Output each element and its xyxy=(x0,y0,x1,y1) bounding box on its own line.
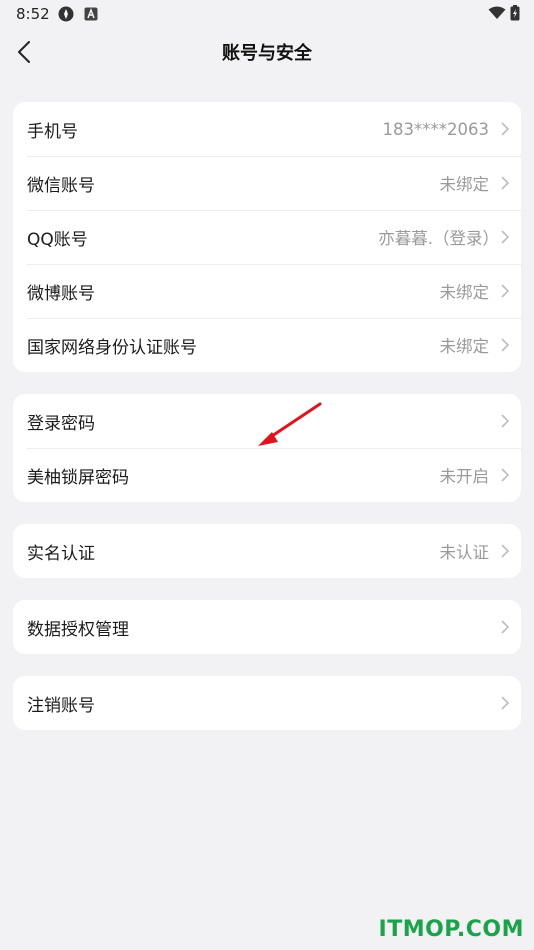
chevron-right-icon xyxy=(501,338,510,352)
row-label: QQ账号 xyxy=(27,229,88,250)
real-name-card: 实名认证 未认证 xyxy=(13,524,521,578)
chevron-right-icon xyxy=(501,696,510,710)
a-badge-icon xyxy=(84,6,98,25)
row-label: 微博账号 xyxy=(27,283,95,304)
chevron-right-icon xyxy=(501,620,510,634)
chevron-right-icon xyxy=(501,176,510,190)
chevron-right-icon xyxy=(501,230,510,244)
watermark: ITMOP.COM xyxy=(378,917,524,942)
phone-row[interactable]: 手机号 183****2063 xyxy=(13,102,521,156)
row-value: 183****2063 xyxy=(382,119,490,139)
national-id-row[interactable]: 国家网络身份认证账号 未绑定 xyxy=(13,318,521,372)
chevron-right-icon xyxy=(501,414,510,428)
row-label: 手机号 xyxy=(27,121,78,142)
accounts-card: 手机号 183****2063 微信账号 未绑定 QQ账号 亦暮暮.（登录） 微… xyxy=(13,102,521,372)
chevron-right-icon xyxy=(501,468,510,482)
row-value: 未绑定 xyxy=(439,175,490,194)
row-label: 国家网络身份认证账号 xyxy=(27,337,197,358)
weibo-row[interactable]: 微博账号 未绑定 xyxy=(13,264,521,318)
row-label: 数据授权管理 xyxy=(27,619,129,640)
wechat-row[interactable]: 微信账号 未绑定 xyxy=(13,156,521,210)
battery-charging-icon xyxy=(510,5,520,21)
page-title: 账号与安全 xyxy=(222,43,312,64)
row-value: 未开启 xyxy=(439,467,490,486)
lock-screen-password-row[interactable]: 美柚锁屏密码 未开启 xyxy=(13,448,521,502)
cancel-account-card: 注销账号 xyxy=(13,676,521,730)
row-label: 注销账号 xyxy=(27,695,95,716)
status-right xyxy=(488,5,520,21)
status-bar: 8:52 xyxy=(0,0,534,28)
chevron-right-icon xyxy=(501,544,510,558)
status-time: 8:52 xyxy=(16,5,50,23)
row-label: 微信账号 xyxy=(27,175,95,196)
header: 账号与安全 xyxy=(0,30,534,72)
red-arrow-annotation xyxy=(258,402,322,446)
qq-row[interactable]: QQ账号 亦暮暮.（登录） xyxy=(13,210,521,264)
row-value: 未认证 xyxy=(439,543,490,562)
row-value: 未绑定 xyxy=(439,337,490,356)
data-auth-row[interactable]: 数据授权管理 xyxy=(13,600,521,654)
chevron-right-icon xyxy=(501,122,510,136)
data-auth-card: 数据授权管理 xyxy=(13,600,521,654)
wifi-icon xyxy=(488,6,506,19)
cancel-account-row[interactable]: 注销账号 xyxy=(13,676,521,730)
row-label: 美柚锁屏密码 xyxy=(27,467,129,488)
row-value: 未绑定 xyxy=(439,283,490,302)
compass-icon xyxy=(58,6,74,26)
row-value: 亦暮暮.（登录） xyxy=(378,229,499,248)
row-label: 登录密码 xyxy=(27,413,95,434)
row-label: 实名认证 xyxy=(27,543,95,564)
real-name-row[interactable]: 实名认证 未认证 xyxy=(13,524,521,578)
chevron-right-icon xyxy=(501,284,510,298)
